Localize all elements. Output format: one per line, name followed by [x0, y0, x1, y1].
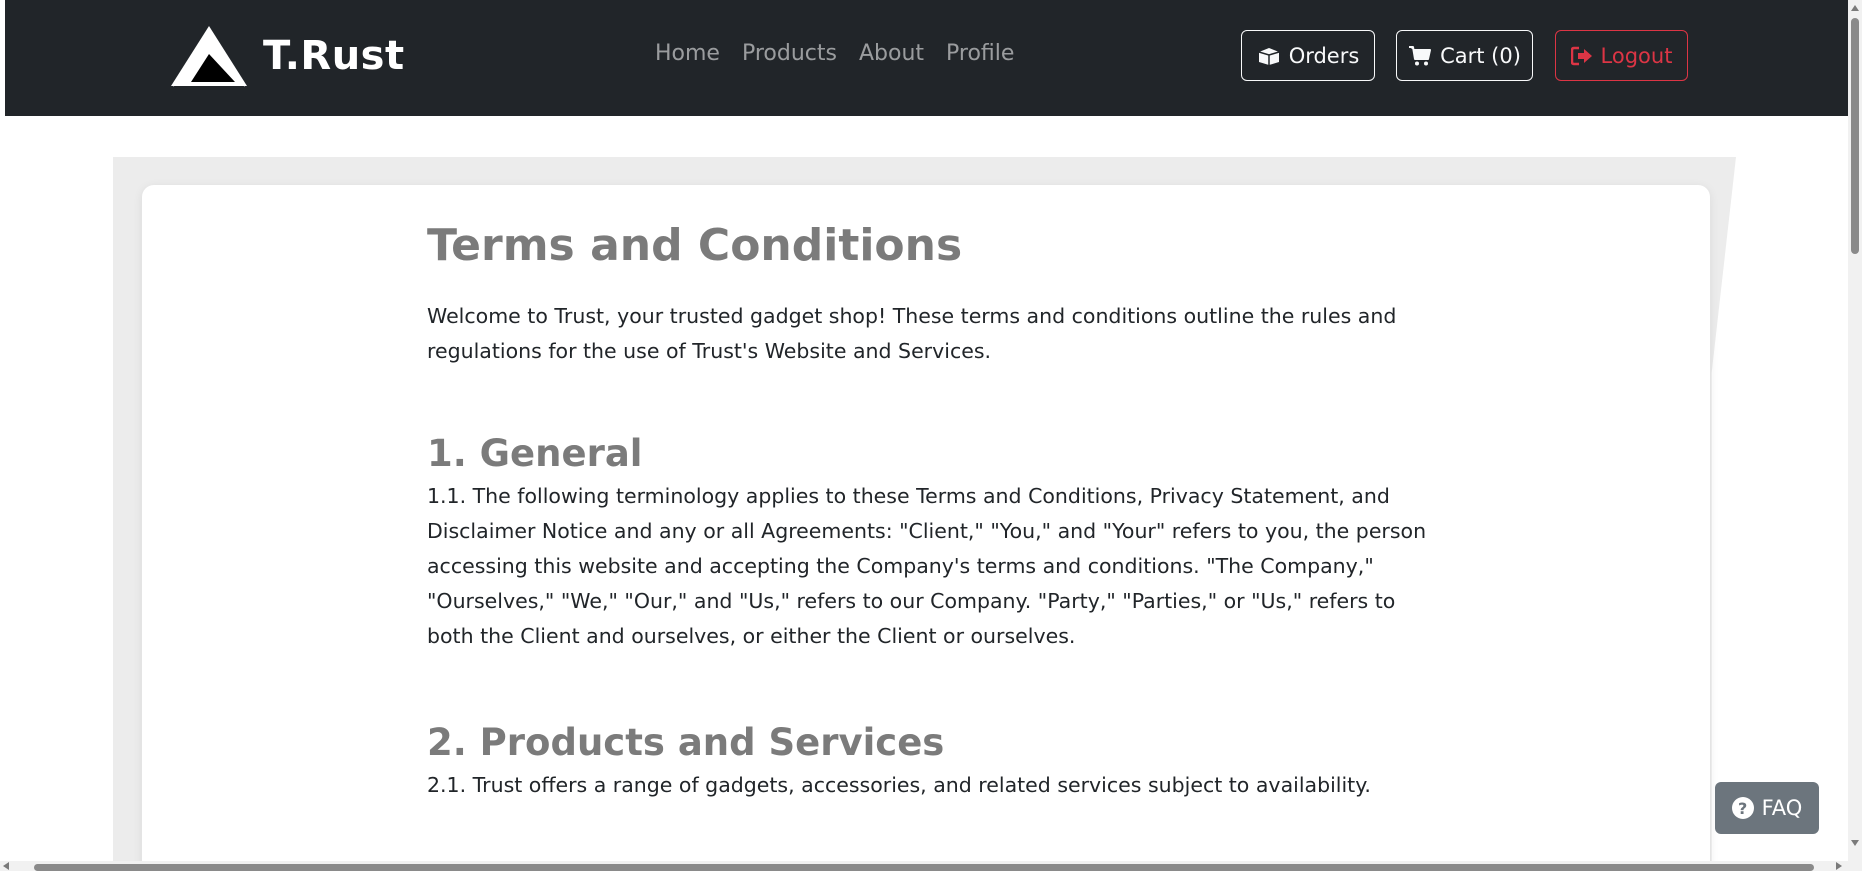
sign-out-icon — [1570, 46, 1592, 65]
section-heading-products: 2. Products and Services — [427, 721, 945, 764]
page: T.Rust Home Products About Profile Order… — [0, 0, 1862, 871]
section-text-general: 1.1. The following terminology applies t… — [427, 484, 1427, 648]
nav-link-profile[interactable]: Profile — [946, 41, 1014, 66]
navbar: T.Rust Home Products About Profile Order… — [5, 0, 1848, 116]
scroll-left-icon[interactable] — [3, 862, 9, 870]
scroll-down-icon[interactable] — [1851, 840, 1859, 846]
section-text-products: 2.1. Trust offers a range of gadgets, ac… — [427, 773, 1371, 797]
scroll-up-icon[interactable] — [1851, 5, 1859, 11]
mountain-logo-icon — [171, 26, 247, 87]
vertical-scroll-thumb[interactable] — [1851, 18, 1859, 254]
logout-label: Logout — [1600, 43, 1673, 68]
box-icon — [1258, 47, 1279, 65]
horizontal-scroll-thumb[interactable] — [34, 864, 1814, 871]
nav-link-products[interactable]: Products — [742, 41, 837, 66]
page-title: Terms and Conditions — [427, 220, 963, 271]
vertical-scrollbar[interactable] — [1848, 0, 1862, 871]
nav-link-about[interactable]: About — [859, 41, 924, 66]
faq-label: FAQ — [1761, 796, 1803, 820]
section-heading-general: 1. General — [427, 432, 643, 475]
logout-button[interactable]: Logout — [1555, 30, 1688, 81]
orders-button[interactable]: Orders — [1241, 30, 1375, 81]
question-circle-icon: ? — [1731, 797, 1754, 819]
nav-link-home[interactable]: Home — [655, 41, 720, 66]
terms-content: Terms and Conditions Welcome to Trust, y… — [427, 218, 1427, 803]
brand-name: T.Rust — [263, 33, 405, 79]
nav-links: Home Products About Profile — [655, 41, 1036, 66]
cart-icon — [1409, 45, 1432, 65]
cart-label: Cart (0) — [1440, 43, 1521, 68]
intro-text: Welcome to Trust, your trusted gadget sh… — [427, 304, 1397, 363]
brand[interactable]: T.Rust — [169, 24, 405, 88]
cart-button[interactable]: Cart (0) — [1396, 30, 1533, 81]
orders-label: Orders — [1288, 43, 1360, 68]
scroll-right-icon[interactable] — [1836, 862, 1842, 870]
horizontal-scrollbar[interactable] — [0, 861, 1848, 871]
faq-button[interactable]: ? FAQ — [1715, 782, 1819, 834]
